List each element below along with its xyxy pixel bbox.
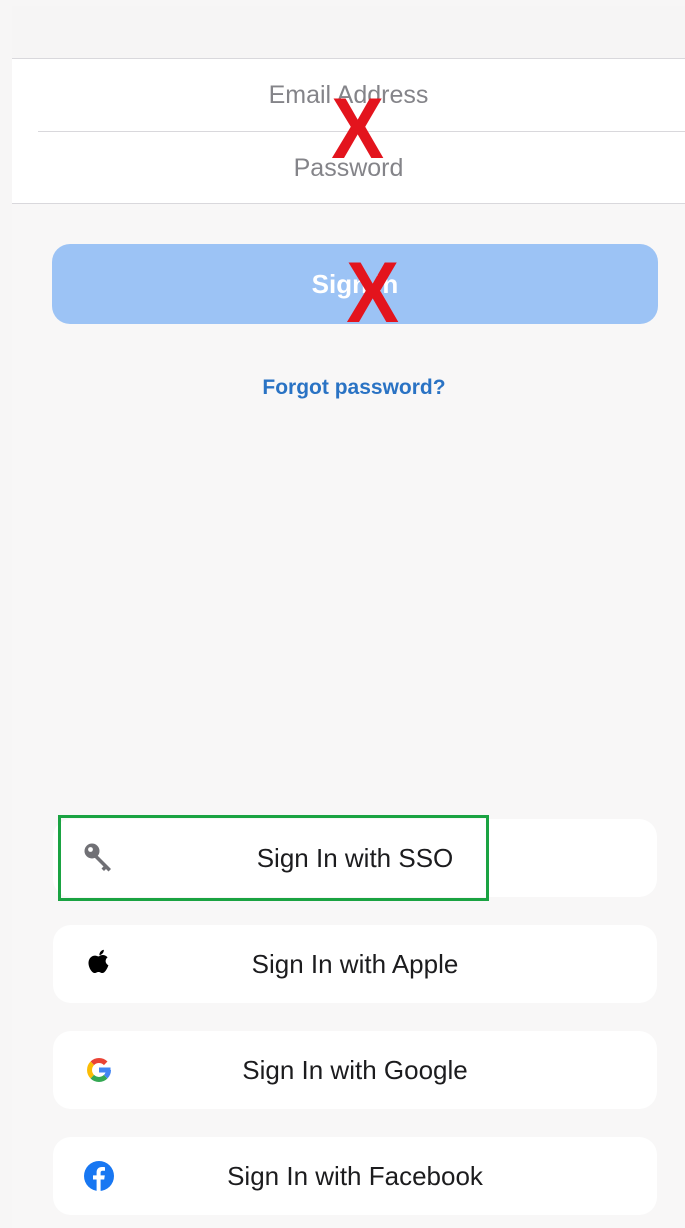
apple-icon — [81, 946, 117, 982]
cross-mark-sign-in: X — [346, 245, 400, 341]
sign-in-apple-label: Sign In with Apple — [251, 948, 459, 979]
forgot-password-link[interactable]: Forgot password? — [0, 376, 685, 400]
sign-in-sso-button[interactable]: Sign In with SSO — [53, 819, 657, 897]
sign-in-apple-button[interactable]: Sign In with Apple — [53, 925, 657, 1003]
google-icon — [81, 1052, 117, 1088]
cross-mark-email: X — [331, 81, 385, 177]
facebook-icon — [81, 1158, 117, 1194]
sign-in-facebook-label: Sign In with Facebook — [227, 1160, 483, 1191]
sign-in-sso-label: Sign In with SSO — [256, 842, 454, 873]
key-icon — [81, 840, 117, 876]
sign-in-facebook-button[interactable]: Sign In with Facebook — [53, 1137, 657, 1215]
sign-in-google-label: Sign In with Google — [242, 1054, 468, 1085]
sign-in-google-button[interactable]: Sign In with Google — [53, 1031, 657, 1109]
top-bar — [12, 6, 685, 58]
